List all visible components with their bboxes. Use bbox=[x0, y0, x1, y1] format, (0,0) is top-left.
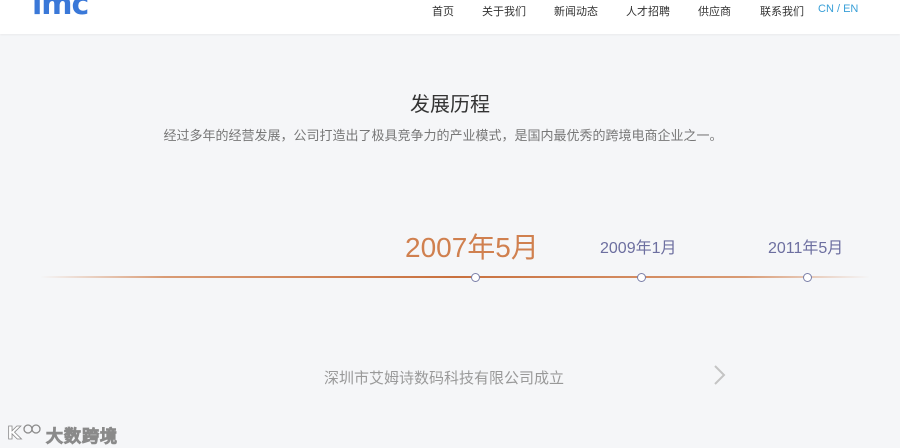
watermark-logo-icon: K bbox=[7, 423, 41, 442]
timeline-dot[interactable] bbox=[471, 273, 480, 282]
timeline-date[interactable]: 2011年5月 bbox=[768, 234, 843, 258]
nav-item-home[interactable]: 首页 bbox=[432, 3, 454, 19]
logo[interactable]: imc bbox=[32, 0, 89, 20]
section-title: 发展历程 bbox=[410, 94, 490, 116]
language-switcher: CN / EN bbox=[818, 3, 858, 15]
nav-item-news[interactable]: 新闻动态 bbox=[554, 3, 598, 19]
timeline-date[interactable]: 2009年1月 bbox=[600, 234, 677, 258]
timeline-event-text: 深圳市艾姆诗数码科技有限公司成立 bbox=[323, 370, 564, 387]
section-subtitle: 经过多年的经营发展，公司打造出了极具竞争力的产业模式，是国内最优秀的跨境电商企业… bbox=[163, 128, 723, 143]
watermark-text: 大数跨境 bbox=[46, 427, 118, 447]
chevron-right-icon[interactable] bbox=[710, 362, 728, 388]
lang-cn[interactable]: CN bbox=[818, 3, 834, 15]
nav-item-about[interactable]: 关于我们 bbox=[482, 3, 526, 19]
timeline-dot[interactable] bbox=[803, 273, 812, 282]
lang-en[interactable]: EN bbox=[843, 3, 858, 15]
timeline-dot[interactable] bbox=[637, 273, 646, 282]
lang-separator: / bbox=[833, 3, 844, 15]
nav-item-contact[interactable]: 联系我们 bbox=[760, 3, 804, 19]
nav-item-suppliers[interactable]: 供应商 bbox=[698, 3, 731, 19]
timeline-date-active[interactable]: 2007年5月 bbox=[405, 226, 539, 266]
header: imc 首页 关于我们 新闻动态 人才招聘 供应商 联系我们 CN / EN bbox=[0, 0, 900, 34]
svg-text:K: K bbox=[7, 423, 22, 442]
timeline-line bbox=[40, 276, 870, 278]
nav-item-careers[interactable]: 人才招聘 bbox=[626, 3, 670, 19]
